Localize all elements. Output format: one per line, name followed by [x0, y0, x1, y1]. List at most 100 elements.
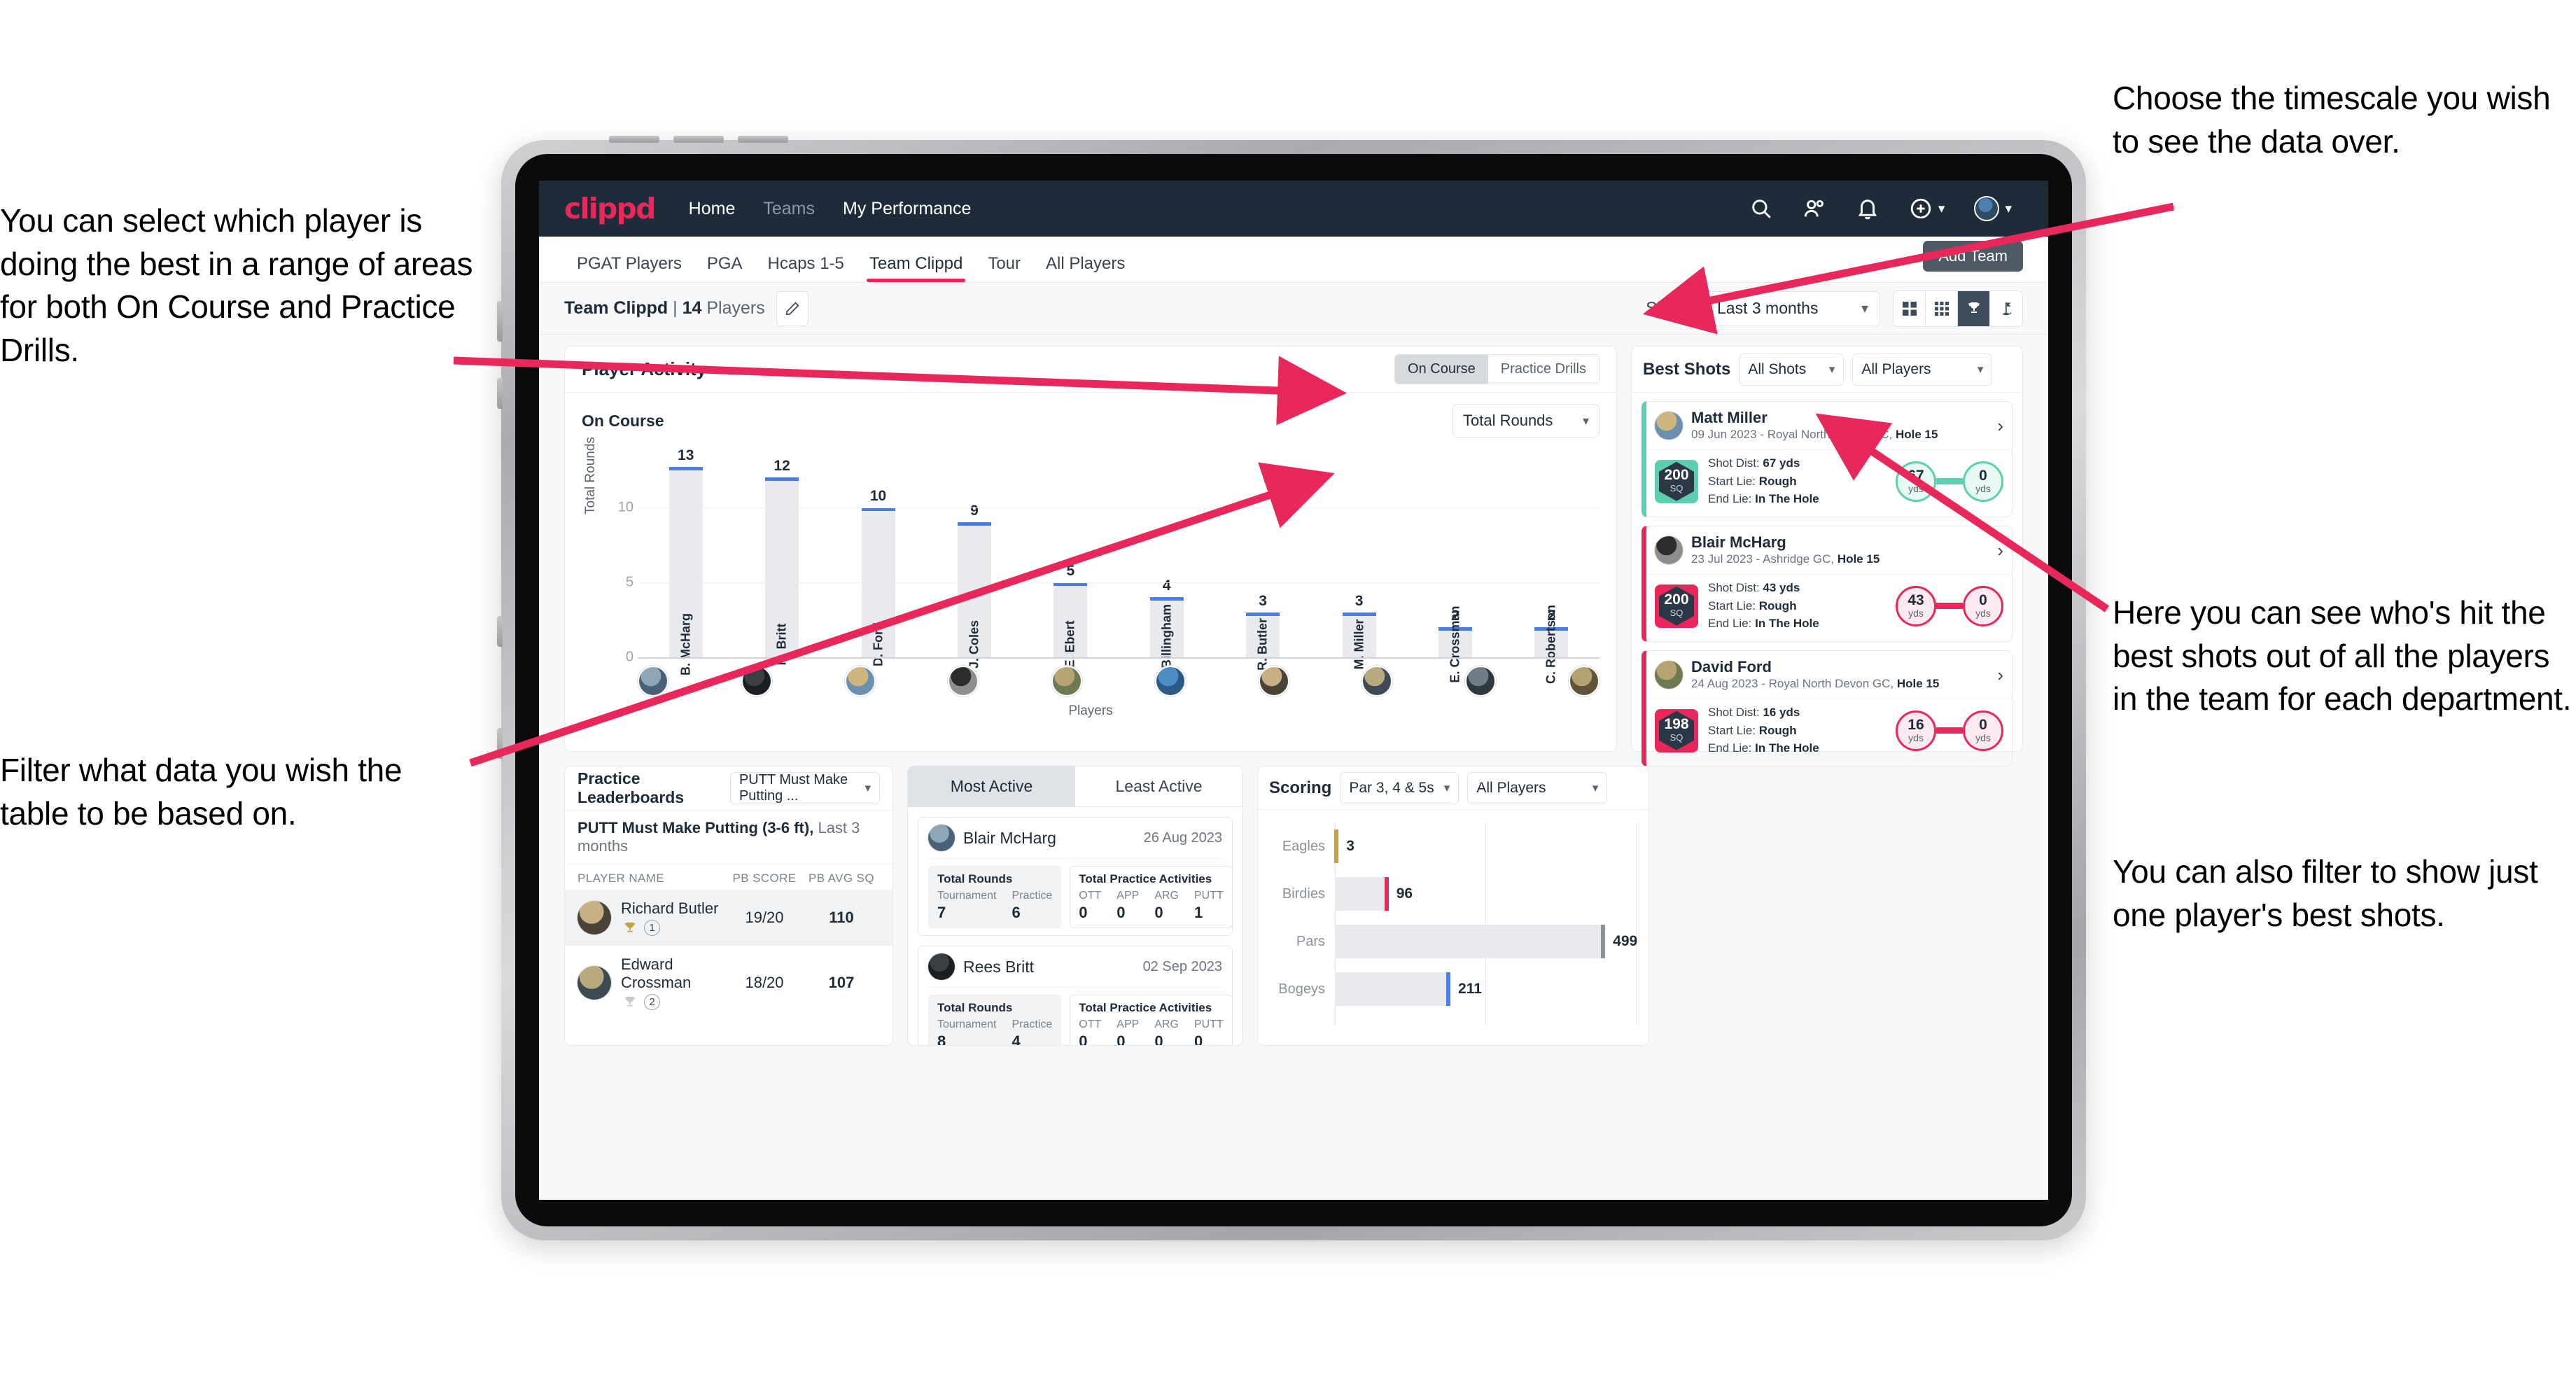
nav-link-home[interactable]: Home — [689, 199, 736, 219]
people-icon[interactable] — [1802, 197, 1826, 220]
chart-bar-column[interactable]: 2 E. Crossman — [1407, 447, 1503, 683]
scoring-par-filter[interactable]: Par 3, 4 & 5s ▾ — [1340, 771, 1460, 804]
best-shots-shot-filter[interactable]: All Shots ▾ — [1739, 353, 1844, 386]
scoring-bar-row[interactable]: Bogeys 211 — [1270, 965, 1636, 1013]
grid-4-icon[interactable] — [1893, 290, 1926, 326]
trophy-icon — [625, 996, 635, 1006]
chart-bar-column[interactable]: 3 R. Butler — [1214, 447, 1310, 671]
timescale-select[interactable]: Last 3 months ▾ — [1705, 290, 1880, 326]
drill-select[interactable]: PUTT Must Make Putting ... ▾ — [729, 772, 880, 804]
tab-tour[interactable]: Tour — [975, 254, 1033, 282]
chevron-right-icon[interactable]: › — [1997, 415, 2003, 437]
edit-team-button[interactable] — [776, 290, 808, 326]
chart-bar-value: 13 — [678, 447, 694, 463]
chevron-down-icon: ▾ — [1828, 362, 1835, 376]
leaderboard-rows: Richard Butler 1 19/20 110 Edward Crossm… — [565, 890, 892, 1020]
chart-bar-column[interactable]: 4 D. Billingham — [1119, 447, 1214, 685]
chart-bar-column[interactable]: 12 R. Britt — [734, 447, 830, 666]
chart-y-ticks: 0 5 10 — [606, 447, 634, 664]
tablet-button-top-1 — [609, 136, 659, 143]
best-shot-card[interactable]: David Ford 24 Aug 2023 - Royal North Dev… — [1642, 650, 2012, 766]
add-team-tooltip[interactable]: Add Team — [1923, 241, 2023, 272]
nav-link-teams[interactable]: Teams — [763, 199, 815, 219]
activity-player-name: Rees Britt — [963, 957, 1034, 976]
metric-select[interactable]: Total Rounds ▾ — [1452, 404, 1600, 438]
shot-from-unit: yds — [1908, 483, 1924, 495]
best-shot-details: Shot Dist: 67 yds Start Lie: Rough End L… — [1708, 454, 1819, 508]
chart-player-avatar[interactable] — [844, 666, 876, 696]
chart-bar-value: 3 — [1259, 592, 1267, 609]
tab-pgat-players[interactable]: PGAT Players — [564, 254, 694, 282]
tab-all-players[interactable]: All Players — [1033, 254, 1138, 282]
activity-entry[interactable]: Blair McHarg 26 Aug 2023 Total Rounds To… — [918, 817, 1233, 936]
chart-player-avatar[interactable] — [1051, 666, 1083, 696]
best-shot-body: 200 SQ Shot Dist: 67 yds Start Lie: Roug… — [1646, 449, 2012, 517]
scoring-player-filter[interactable]: All Players ▾ — [1467, 771, 1608, 804]
segment-practice-drills[interactable]: Practice Drills — [1488, 355, 1599, 384]
tab-pga[interactable]: PGA — [694, 254, 755, 282]
tab-hcaps-1-5[interactable]: Hcaps 1-5 — [755, 254, 857, 282]
chart-player-avatar[interactable] — [741, 666, 772, 696]
end-lie-line: End Lie: In The Hole — [1708, 741, 1819, 755]
grid-9-icon[interactable] — [1926, 290, 1958, 326]
chevron-down-icon: ▾ — [1861, 301, 1868, 316]
plus-circle-icon[interactable] — [1909, 197, 1933, 220]
chart-bar-column[interactable]: 3 M. Miller — [1311, 447, 1407, 670]
search-icon[interactable] — [1749, 197, 1773, 220]
chart-bar-column[interactable]: 2 C. Robertson — [1504, 447, 1600, 684]
tab-team-clippd[interactable]: Team Clippd — [857, 254, 975, 282]
shot-to-value: 0 — [1979, 592, 1987, 609]
dashboard-content: Player Activity On Course Practice Drill… — [539, 335, 2048, 1046]
segment-on-course[interactable]: On Course — [1395, 355, 1488, 384]
practice-col-label: OTT — [1079, 1018, 1102, 1030]
view-toggle-group — [1893, 290, 2023, 327]
tab-most-active[interactable]: Most Active — [908, 766, 1075, 807]
activity-entry[interactable]: Rees Britt 02 Sep 2023 Total Rounds Tour… — [918, 946, 1233, 1046]
chart-bar-column[interactable]: 5 E. Ebert — [1023, 447, 1119, 668]
chart-player-avatar[interactable] — [1568, 666, 1600, 696]
nav-link-my-performance[interactable]: My Performance — [843, 199, 971, 219]
timescale-value: Last 3 months — [1717, 299, 1819, 317]
chart-player-avatar[interactable] — [638, 666, 668, 696]
bell-icon[interactable] — [1856, 197, 1879, 220]
best-shot-card[interactable]: Blair McHarg 23 Jul 2023 - Ashridge GC, … — [1642, 525, 2012, 642]
chart-player-avatar[interactable] — [1154, 666, 1186, 696]
scoring-bar-row[interactable]: Eagles 3 — [1270, 822, 1636, 870]
chart-bar-column[interactable]: 9 J. Coles — [926, 447, 1022, 668]
table-row[interactable]: Edward Crossman 2 18/20 107 — [565, 946, 892, 1020]
clippd-logo[interactable]: clippd — [564, 192, 656, 225]
chart-player-avatar[interactable] — [1465, 666, 1497, 696]
chart-player-avatar[interactable] — [948, 666, 979, 696]
practice-col-value: 0 — [1154, 1032, 1163, 1046]
practice-col-label: APP — [1116, 1018, 1140, 1030]
chart-x-axis-label: Players — [1068, 704, 1113, 718]
avatar[interactable] — [1974, 196, 2000, 221]
flag-icon[interactable] — [1990, 291, 2022, 326]
best-shots-player-filter[interactable]: All Players ▾ — [1852, 353, 1993, 386]
best-shot-player-name: Blair McHarg — [1691, 533, 1786, 551]
practice-col-label: PUTT — [1194, 1018, 1224, 1030]
scoring-bar-row[interactable]: Birdies 96 — [1270, 870, 1636, 918]
chart-bar-column[interactable]: 13 B. McHarg — [638, 447, 734, 676]
scoring-bar-row[interactable]: Pars 499 — [1270, 918, 1637, 965]
chart-y-tick: 0 — [625, 649, 634, 665]
chart-bar-label: J. Coles — [967, 620, 981, 669]
trophy-icon — [625, 922, 635, 932]
practice-col: OTT 0 — [1079, 1018, 1102, 1045]
trophy-icon[interactable] — [1958, 290, 1990, 326]
best-shots-card: Best Shots All Shots ▾ All Players ▾ Mat… — [1631, 346, 2023, 766]
chart-player-avatar[interactable] — [1362, 666, 1393, 696]
best-shot-card[interactable]: Matt Miller 09 Jun 2023 - Royal North De… — [1642, 401, 2012, 517]
chevron-down-icon-profile[interactable]: ▾ — [2005, 201, 2012, 217]
table-row[interactable]: Richard Butler 1 19/20 110 — [565, 890, 892, 946]
activity-entry-header: Blair McHarg 26 Aug 2023 — [928, 825, 1222, 859]
chart-bar-column[interactable]: 10 D. Ford — [830, 447, 926, 666]
tab-least-active[interactable]: Least Active — [1075, 766, 1242, 807]
best-shot-identity: Blair McHarg 23 Jul 2023 - Ashridge GC, … — [1691, 533, 1879, 567]
best-shot-player-name: David Ford — [1691, 657, 1772, 676]
chevron-right-icon[interactable]: › — [1997, 664, 2003, 686]
chevron-right-icon[interactable]: › — [1997, 540, 2003, 561]
practice-col-value: 1 — [1194, 904, 1203, 921]
chevron-down-icon-add[interactable]: ▾ — [1938, 201, 1945, 217]
chart-player-avatar[interactable] — [1258, 666, 1289, 696]
